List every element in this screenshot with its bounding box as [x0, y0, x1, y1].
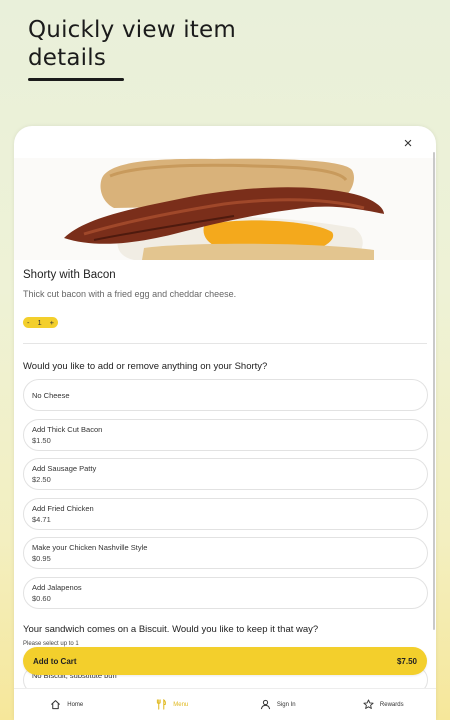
item-description: Thick cut bacon with a fried egg and che…	[23, 289, 237, 299]
option-add-sausage-patty[interactable]: Add Sausage Patty $2.50	[23, 458, 428, 490]
nav-sign-in[interactable]: Sign In	[225, 689, 331, 720]
star-icon	[363, 699, 374, 709]
nav-menu[interactable]: Menu	[120, 689, 226, 720]
nav-sign-in-label: Sign In	[276, 701, 296, 708]
person-icon	[260, 699, 271, 710]
promo-title: Quickly view item details	[28, 16, 236, 72]
nav-rewards-label: Rewards	[379, 701, 404, 708]
option-label: Add Sausage Patty	[32, 464, 97, 473]
option-label: No Cheese	[32, 390, 70, 400]
option-label: Add Thick Cut Bacon	[32, 424, 103, 434]
option-price: $0.95	[32, 554, 51, 563]
fork-knife-icon	[157, 699, 167, 710]
option-price: $0.60	[32, 593, 51, 603]
promo-title-line1: Quickly view item	[28, 17, 236, 43]
bottom-nav: Home Menu Sign In Rewards	[14, 688, 436, 720]
option-label: Add Jalapenos	[32, 582, 82, 592]
option-label: Add Fried Chicken	[32, 503, 94, 513]
home-icon	[51, 700, 61, 710]
close-button[interactable]: ×	[398, 134, 418, 154]
option-add-fried-chicken[interactable]: Add Fried Chicken $4.71	[23, 497, 428, 530]
item-details-sheet: × Shorty with Bacon Thick cut bacon with…	[14, 126, 436, 720]
divider	[23, 343, 427, 344]
nav-rewards[interactable]: Rewards	[331, 689, 437, 720]
quantity-value: 1	[37, 318, 42, 327]
modifier-options: No Cheese Add Thick Cut Bacon $1.50 Add …	[23, 379, 428, 616]
add-to-cart-button[interactable]: Add to Cart $7.50	[23, 647, 427, 675]
option-no-cheese[interactable]: No Cheese	[23, 379, 428, 411]
item-name: Shorty with Bacon	[23, 269, 116, 281]
decrement-button[interactable]: -	[27, 317, 30, 328]
increment-button[interactable]: +	[50, 317, 54, 328]
option-price: $1.50	[32, 435, 51, 445]
option-label: Make your Chicken Nashville Style	[32, 543, 148, 552]
option-price: $4.71	[32, 514, 51, 524]
nav-home-label: Home	[67, 701, 84, 708]
option-add-jalapenos[interactable]: Add Jalapenos $0.60	[23, 576, 428, 609]
nav-home[interactable]: Home	[14, 689, 120, 720]
cart-total: $7.50	[396, 656, 417, 666]
scrollbar[interactable]	[433, 152, 435, 630]
option-add-thick-cut-bacon[interactable]: Add Thick Cut Bacon $1.50	[23, 418, 428, 451]
quantity-stepper[interactable]: - 1 +	[23, 317, 58, 328]
option-nashville-style[interactable]: Make your Chicken Nashville Style $0.95	[23, 537, 428, 569]
biscuit-question: Your sandwich comes on a Biscuit. Would …	[23, 624, 319, 635]
promo-title-line2: details	[28, 45, 107, 71]
modifier-question: Would you like to add or remove anything…	[23, 361, 268, 372]
nav-menu-label: Menu	[173, 701, 189, 708]
close-icon[interactable]: ×	[404, 135, 413, 152]
promo-underline	[28, 78, 124, 81]
item-photo	[14, 158, 436, 260]
option-price: $2.50	[32, 475, 51, 484]
add-to-cart-label: Add to Cart	[33, 656, 77, 666]
